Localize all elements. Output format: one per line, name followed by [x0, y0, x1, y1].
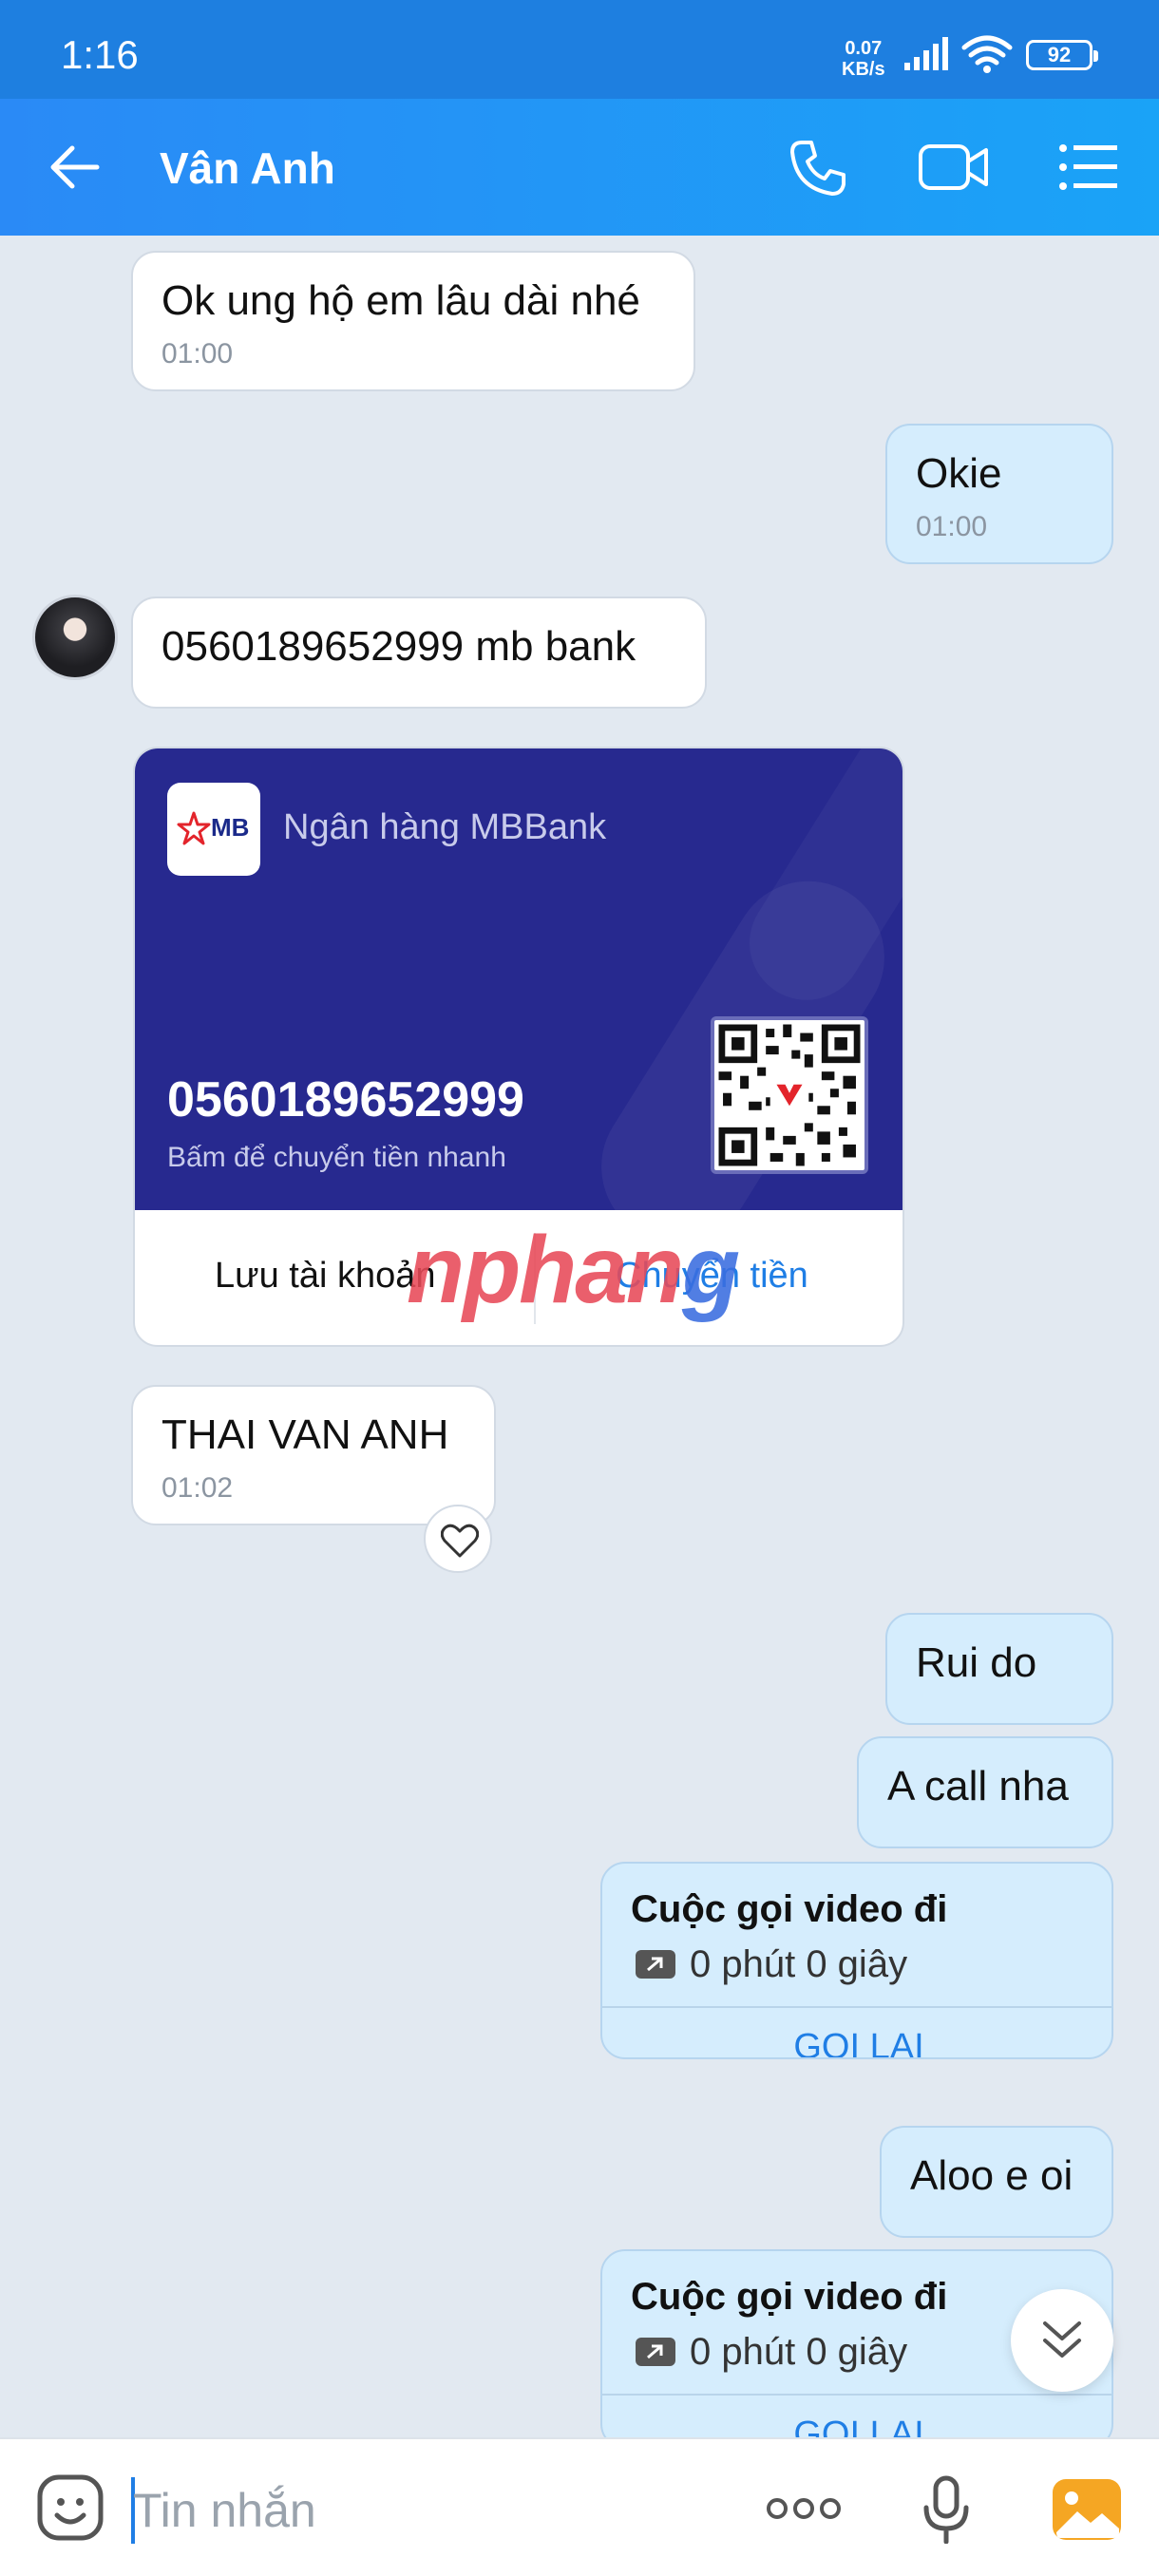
watermark-logo: nphang	[407, 1216, 740, 1325]
message-outgoing[interactable]: A call nha	[857, 1736, 1113, 1848]
status-bar: 1:16 0.07 KB/s 92	[0, 0, 1159, 99]
back-arrow-icon[interactable]	[48, 141, 101, 194]
account-number: 0560189652999	[167, 1072, 524, 1127]
menu-list-icon[interactable]	[1058, 139, 1119, 196]
transfer-hint: Bấm để chuyển tiền nhanh	[167, 1142, 506, 1173]
network-speed-value: 0.07	[845, 38, 883, 59]
message-outgoing[interactable]: Rui do	[885, 1613, 1113, 1725]
double-chevron-down-icon	[1043, 2321, 1081, 2358]
message-incoming[interactable]: THAI VAN ANH 01:02	[131, 1385, 496, 1525]
message-text: 0560189652999 mb bank	[162, 623, 636, 670]
call-title: Cuộc gọi video đi	[631, 1888, 948, 1930]
message-outgoing[interactable]: Okie 01:00	[885, 424, 1113, 564]
network-speed-unit: KB/s	[842, 59, 885, 80]
watermark-part: nphan	[407, 1217, 684, 1323]
chat-header: Vân Anh	[0, 99, 1159, 236]
message-time: 01:00	[916, 511, 988, 542]
more-options-icon[interactable]	[766, 2492, 842, 2525]
message-time: 01:00	[162, 338, 234, 369]
mbbank-logo: MB	[167, 783, 260, 876]
emoji-icon[interactable]	[36, 2473, 104, 2542]
signal-icon	[904, 37, 948, 70]
message-text: Aloo e oi	[910, 2152, 1074, 2199]
save-account-button[interactable]: Lưu tài khoản	[215, 1256, 436, 1297]
watermark-part: g	[681, 1217, 740, 1323]
outgoing-video-icon	[636, 2338, 675, 2366]
message-input[interactable]: Tin nhắn	[133, 2483, 316, 2538]
call-duration: 0 phút 0 giây	[690, 1943, 908, 1985]
bank-card-header[interactable]: MB Ngân hàng MBBank 0560189652999 Bấm để…	[135, 748, 902, 1210]
message-text: THAI VAN ANH	[162, 1411, 449, 1458]
heart-icon	[441, 1524, 479, 1558]
message-incoming[interactable]: 0560189652999 mb bank	[131, 597, 707, 709]
message-input-bar: Tin nhắn	[0, 2437, 1159, 2576]
message-text: Okie	[916, 450, 1002, 497]
logo-text: MB	[211, 813, 250, 842]
phone-icon[interactable]	[788, 139, 847, 198]
message-incoming[interactable]: Ok ung hộ em lâu dài nhé 01:00	[131, 251, 695, 391]
message-outgoing[interactable]: Aloo e oi	[880, 2126, 1113, 2238]
contact-name[interactable]: Vân Anh	[160, 142, 335, 194]
status-time: 1:16	[61, 32, 139, 77]
wifi-icon	[961, 35, 1013, 73]
network-speed: 0.07 KB/s	[842, 38, 885, 80]
contact-avatar[interactable]	[32, 595, 118, 680]
call-title: Cuộc gọi video đi	[631, 2276, 948, 2318]
battery-indicator: 92	[1026, 40, 1098, 70]
video-call-icon[interactable]	[918, 139, 990, 196]
video-call-card[interactable]: Cuộc gọi video đi 0 phút 0 giây GỌI LẠI	[600, 1862, 1113, 2059]
message-text: A call nha	[887, 1763, 1069, 1809]
gallery-icon[interactable]	[1051, 2475, 1123, 2544]
call-duration: 0 phút 0 giây	[690, 2331, 908, 2373]
scroll-to-bottom-button[interactable]	[1011, 2289, 1113, 2392]
qr-code-icon[interactable]	[711, 1016, 868, 1174]
message-text: Rui do	[916, 1639, 1037, 1686]
outgoing-video-icon	[636, 1950, 675, 1979]
bank-name: Ngân hàng MBBank	[283, 807, 607, 847]
call-back-button[interactable]: GỌI LẠI	[602, 2027, 1112, 2057]
message-text: Ok ung hộ em lâu dài nhé	[162, 277, 640, 324]
message-time: 01:02	[162, 1472, 234, 1504]
react-heart-button[interactable]	[424, 1505, 492, 1573]
microphone-icon[interactable]	[922, 2475, 971, 2544]
star-logo-icon	[177, 811, 211, 845]
